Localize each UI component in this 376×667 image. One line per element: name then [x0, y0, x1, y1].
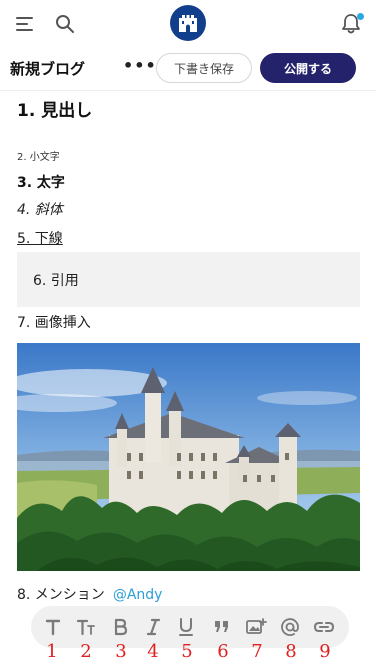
publish-button[interactable]: 公開する [260, 53, 356, 83]
mention-icon [281, 618, 299, 636]
underline-text[interactable]: 5. 下線 [17, 228, 63, 248]
castle-logo[interactable] [170, 5, 206, 41]
small-text[interactable]: 2. 小文字 [17, 148, 60, 163]
castle-logo-icon [179, 15, 197, 32]
page-title: 新規ブログ [10, 60, 86, 78]
heading-text[interactable]: 1. 見出し [17, 96, 92, 121]
action-bar: 新規ブログ ••• 下書き保存 公開する [0, 46, 376, 91]
link-icon [313, 622, 335, 632]
castle-photo[interactable] [17, 343, 360, 571]
notification-button[interactable] [336, 9, 366, 39]
annotation-number: 9 [319, 641, 331, 662]
more-options-button[interactable]: ••• [123, 54, 156, 80]
bold-icon [114, 618, 128, 636]
image-label[interactable]: 7. 画像挿入 [17, 312, 91, 332]
annotation-number: 8 [285, 641, 297, 662]
search-button[interactable] [50, 9, 80, 39]
underline-icon [179, 618, 193, 636]
menu-icon [16, 17, 33, 31]
notification-dot [357, 13, 364, 20]
italic-icon [146, 618, 161, 636]
search-icon [56, 15, 74, 33]
italic-text[interactable]: 4. 斜体 [17, 199, 63, 219]
top-bar [0, 0, 376, 46]
annotation-number: 2 [80, 641, 92, 662]
text-icon [45, 619, 61, 636]
quote-block[interactable]: 6. 引用 [17, 252, 360, 307]
mention-link[interactable]: @Andy [113, 587, 163, 603]
annotation-number: 5 [181, 641, 193, 662]
annotation-number: 7 [251, 641, 263, 662]
mention-line[interactable]: 8. メンション @Andy [17, 584, 162, 604]
annotation-number: 1 [46, 641, 58, 662]
bold-text[interactable]: 3. 太字 [17, 172, 65, 192]
mention-label: 8. メンション [17, 587, 105, 603]
annotation-number: 3 [115, 641, 127, 662]
save-draft-button[interactable]: 下書き保存 [156, 53, 252, 83]
annotation-number: 6 [217, 641, 229, 662]
text-size-icon [76, 619, 95, 636]
quote-text: 6. 引用 [33, 273, 79, 289]
image-add-icon [246, 618, 267, 634]
menu-button[interactable] [10, 10, 40, 38]
annotation-number: 4 [147, 641, 159, 662]
quote-icon [215, 621, 228, 632]
